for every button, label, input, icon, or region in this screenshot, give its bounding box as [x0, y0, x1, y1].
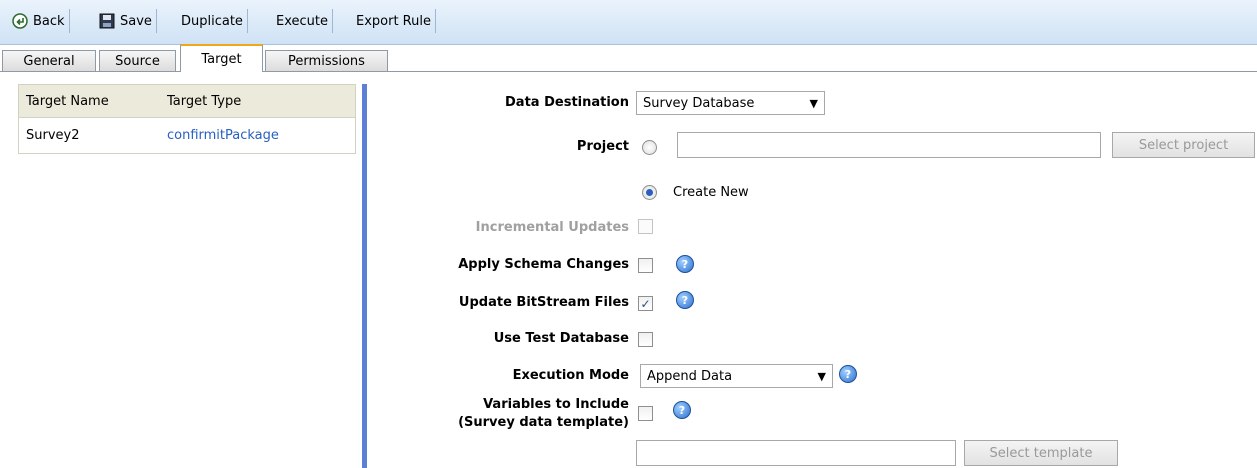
chevron-down-icon: ▼: [809, 97, 818, 110]
duplicate-button[interactable]: Duplicate: [177, 9, 248, 33]
tab-general[interactable]: General: [2, 50, 96, 71]
tab-target[interactable]: Target: [180, 44, 263, 72]
help-icon[interactable]: ?: [676, 291, 694, 309]
apply-schema-changes-checkbox[interactable]: [638, 258, 653, 273]
tab-bar: General Source Target Permissions: [0, 44, 1257, 72]
chevron-down-icon: ▼: [817, 370, 826, 383]
project-input[interactable]: [677, 132, 1101, 158]
duplicate-label: Duplicate: [181, 13, 243, 29]
data-destination-select[interactable]: Survey Database ▼: [636, 91, 825, 115]
execute-label: Execute: [276, 13, 328, 29]
apply-schema-changes-label: Apply Schema Changes: [458, 257, 629, 272]
data-destination-value: Survey Database: [643, 95, 755, 111]
target-list: Target Name Target Type Survey2 confirmi…: [18, 84, 356, 154]
variables-to-include-label: Variables to Include: [483, 397, 629, 412]
help-icon[interactable]: ?: [839, 365, 857, 383]
floppy-disk-icon: [98, 12, 116, 30]
incremental-updates-checkbox[interactable]: [638, 219, 653, 234]
execution-mode-value: Append Data: [647, 368, 733, 384]
execute-button[interactable]: Execute: [272, 9, 333, 33]
execution-mode-select[interactable]: Append Data ▼: [640, 364, 833, 388]
update-bitstream-files-label: Update BitStream Files: [458, 295, 629, 310]
toolbar: Back Save Duplicate Execute Export Rule: [0, 0, 1257, 45]
target-type-link[interactable]: confirmitPackage: [167, 128, 355, 143]
create-new-radio[interactable]: [642, 185, 657, 200]
tab-permissions[interactable]: Permissions: [265, 50, 388, 71]
use-test-database-label: Use Test Database: [493, 331, 629, 346]
execution-mode-label: Execution Mode: [512, 368, 629, 383]
survey-data-template-label: (Survey data template): [458, 415, 629, 430]
tab-source[interactable]: Source: [99, 50, 176, 71]
use-test-database-checkbox[interactable]: [638, 332, 653, 347]
save-label: Save: [120, 13, 152, 29]
back-button[interactable]: Back: [7, 9, 70, 33]
incremental-updates-label: Incremental Updates: [475, 220, 629, 235]
project-radio[interactable]: [642, 140, 657, 155]
back-label: Back: [33, 13, 65, 29]
help-icon[interactable]: ?: [676, 255, 694, 273]
target-name-cell: Survey2: [26, 127, 80, 143]
target-type-header[interactable]: Target Type: [167, 94, 355, 109]
create-new-label: Create New: [673, 185, 749, 200]
export-rule-button[interactable]: Export Rule: [352, 9, 436, 33]
project-label: Project: [576, 139, 629, 154]
back-icon: [11, 12, 29, 30]
variables-to-include-checkbox[interactable]: [638, 406, 653, 421]
export-rule-label: Export Rule: [356, 13, 431, 29]
data-destination-label: Data Destination: [505, 95, 629, 110]
select-template-button[interactable]: Select template: [964, 440, 1118, 466]
target-list-header: Target Name Target Type: [19, 85, 355, 118]
help-icon[interactable]: ?: [673, 401, 691, 419]
panel-divider[interactable]: [362, 84, 367, 468]
update-bitstream-files-checkbox[interactable]: ✓: [638, 296, 653, 311]
template-input[interactable]: [636, 440, 956, 466]
save-button[interactable]: Save: [94, 9, 157, 33]
select-project-button[interactable]: Select project: [1112, 132, 1255, 158]
target-name-header[interactable]: Target Name: [19, 94, 167, 109]
table-row[interactable]: Survey2 confirmitPackage: [19, 118, 355, 152]
